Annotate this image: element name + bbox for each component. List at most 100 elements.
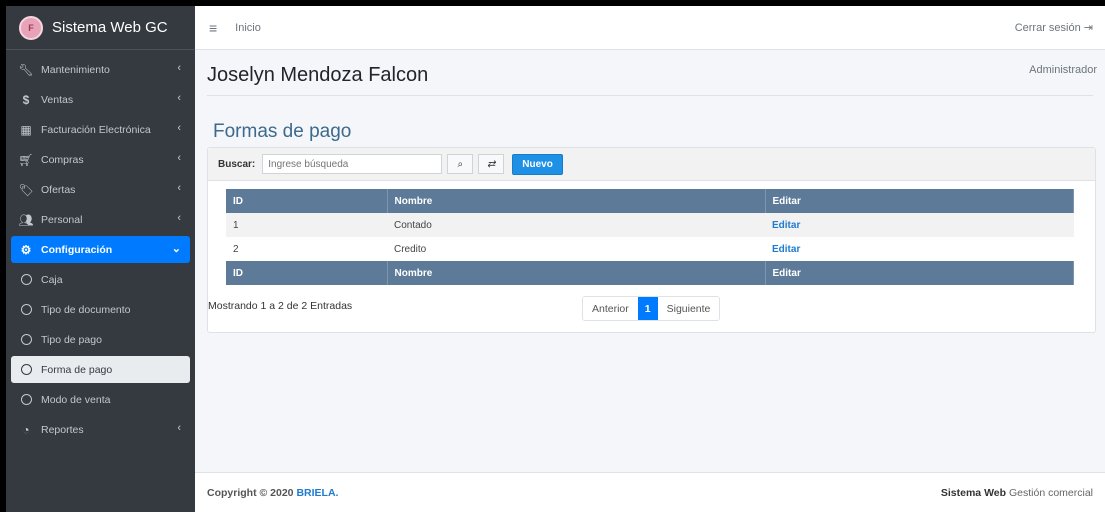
column-footer-id: ID — [226, 261, 388, 285]
payment-methods-card: Buscar: ⌕ ⇄ Nuevo ID Nombre Editar — [207, 147, 1096, 333]
search-bar: Buscar: ⌕ ⇄ Nuevo — [208, 148, 1095, 181]
new-button[interactable]: Nuevo — [512, 153, 563, 175]
sidebar-item-facturacion[interactable]: ▦ Facturación Electrónica ‹ — [11, 116, 190, 143]
chevron-left-icon: ‹ — [177, 212, 181, 224]
sidebar-item-label: Tipo de documento — [41, 303, 131, 316]
users-icon: 👥︎ — [18, 212, 34, 227]
search-input[interactable] — [262, 154, 443, 174]
table-row: 1 Contado Editar — [226, 213, 1074, 237]
sidebar-item-label: Reportes — [41, 423, 84, 436]
table-row: 2 Credito Editar — [226, 237, 1074, 261]
column-header-editar[interactable]: Editar — [765, 189, 1074, 213]
sidebar-item-label: Ofertas — [41, 183, 76, 196]
home-link[interactable]: Inicio — [235, 22, 261, 34]
sidebar-item-compras[interactable]: 🛒︎ Compras ‹ — [11, 146, 190, 173]
search-icon: ⌕ — [457, 158, 464, 170]
table-footer-row: ID Nombre Editar — [226, 261, 1074, 285]
dollar-icon: $ — [22, 92, 30, 107]
entries-info: Mostrando 1 a 2 de 2 Entradas — [208, 300, 353, 312]
cart-icon: 🛒︎ — [18, 152, 34, 167]
sidebar-item-ofertas[interactable]: 🏷︎ Ofertas ‹ — [11, 176, 190, 203]
system-info: Sistema Web Gestión comercial — [941, 487, 1093, 499]
pagination-prev[interactable]: Anterior — [583, 297, 638, 320]
copyright-text: Copyright © 2020 — [207, 486, 294, 499]
chevron-left-icon: ‹ — [177, 122, 181, 134]
cell-id: 1 — [226, 213, 387, 237]
refresh-icon: ⇄ — [487, 158, 496, 170]
circle-icon — [18, 394, 34, 405]
circle-icon — [18, 304, 34, 315]
chevron-left-icon: ‹ — [177, 182, 181, 194]
sidebar-item-label: Facturación Electrónica — [41, 123, 151, 136]
sidebar-item-label: Compras — [41, 153, 84, 166]
pie-chart-icon: ◔ — [22, 422, 30, 437]
cell-id: 2 — [233, 243, 239, 255]
copyright: Copyright © 2020 BRIELA. — [207, 487, 338, 499]
sidebar-item-label: Tipo de pago — [41, 333, 102, 346]
sidebar-item-modo-venta[interactable]: Modo de venta — [11, 386, 190, 413]
main-content: Joselyn Mendoza Falcon Administrador For… — [195, 50, 1105, 468]
brand[interactable]: F Sistema Web GC — [6, 6, 195, 50]
building-icon: ▦ — [20, 122, 32, 137]
cell-nombre: Contado — [387, 213, 765, 237]
system-name: Sistema Web — [940, 487, 1007, 499]
sidebar-item-reportes[interactable]: ◔ Reportes ‹ — [11, 416, 190, 443]
sidebar-item-tipo-pago[interactable]: Tipo de pago — [11, 326, 190, 353]
sidebar-item-label: Forma de pago — [41, 363, 113, 376]
sidebar-item-label: Caja — [41, 273, 63, 286]
user-role: Administrador — [1029, 64, 1097, 76]
circle-icon — [18, 334, 34, 345]
sidebar-item-label: Modo de venta — [41, 393, 111, 406]
user-name: Joselyn Mendoza Falcon — [207, 64, 429, 86]
logout-icon: ⇥ — [1083, 22, 1093, 34]
edit-link[interactable]: Editar — [765, 213, 1074, 237]
chevron-down-icon: ⌄ — [171, 243, 181, 255]
column-footer-nombre: Nombre — [387, 261, 766, 285]
circle-icon — [18, 364, 34, 375]
search-button[interactable]: ⌕ — [447, 154, 474, 174]
search-label: Buscar: — [218, 158, 256, 170]
brand-title: Sistema Web GC — [52, 19, 168, 36]
sidebar-item-label: Personal — [41, 213, 83, 226]
pagination: Anterior 1 Siguiente — [582, 296, 721, 321]
sidebar-item-tipo-documento[interactable]: Tipo de documento — [11, 296, 190, 323]
sidebar-item-forma-pago[interactable]: Forma de pago — [11, 356, 190, 383]
pagination-page-current[interactable]: 1 — [637, 297, 658, 320]
logout-label: Cerrar sesión — [1014, 22, 1081, 34]
app-window: F Sistema Web GC 🔧︎ Mantenimiento ‹ $ Ve… — [6, 6, 1105, 512]
logout-link[interactable]: Cerrar sesión ⇥ — [1015, 21, 1093, 34]
sidebar-item-label: Ventas — [41, 93, 74, 106]
menu-toggle-icon[interactable]: ≡ — [209, 20, 217, 36]
chevron-left-icon: ‹ — [177, 62, 181, 74]
divider — [207, 95, 1093, 96]
sidebar-item-ventas[interactable]: $ Ventas ‹ — [11, 86, 190, 113]
brand-logo-icon: F — [19, 15, 43, 40]
tags-icon: 🏷︎ — [18, 182, 34, 197]
company-link[interactable]: BRIELA. — [296, 487, 338, 499]
gear-icon: ⚙︎ — [20, 242, 32, 257]
chevron-left-icon: ‹ — [177, 152, 181, 164]
sidebar: F Sistema Web GC 🔧︎ Mantenimiento ‹ $ Ve… — [6, 6, 195, 512]
topbar: ≡ Inicio Cerrar sesión ⇥ — [195, 6, 1105, 50]
sidebar-item-personal[interactable]: 👥︎ Personal ‹ — [11, 206, 190, 233]
sidebar-item-caja[interactable]: Caja — [11, 266, 190, 293]
wrench-icon: 🔧︎ — [18, 62, 34, 77]
sidebar-item-configuracion[interactable]: ⚙︎ Configuración ⌄ — [11, 236, 190, 263]
column-header-nombre[interactable]: Nombre — [387, 189, 766, 213]
chevron-left-icon: ‹ — [177, 422, 181, 434]
system-description: Gestión comercial — [1008, 487, 1093, 499]
cell-nombre: Credito — [394, 243, 427, 255]
sidebar-nav: 🔧︎ Mantenimiento ‹ $ Ventas ‹ ▦ Facturac… — [6, 50, 195, 443]
column-header-id[interactable]: ID — [226, 189, 388, 213]
circle-icon — [18, 274, 34, 285]
chevron-left-icon: ‹ — [177, 92, 181, 104]
column-footer-editar: Editar — [765, 261, 1074, 285]
refresh-button[interactable]: ⇄ — [478, 154, 505, 174]
pagination-next[interactable]: Siguiente — [657, 297, 720, 320]
sidebar-item-label: Mantenimiento — [41, 63, 110, 76]
page-title: Formas de pago — [213, 121, 352, 142]
edit-link[interactable]: Editar — [765, 237, 1074, 261]
sidebar-item-label: Configuración — [41, 243, 113, 256]
table-header-row: ID Nombre Editar — [226, 189, 1074, 213]
sidebar-item-mantenimiento[interactable]: 🔧︎ Mantenimiento ‹ — [11, 56, 190, 83]
